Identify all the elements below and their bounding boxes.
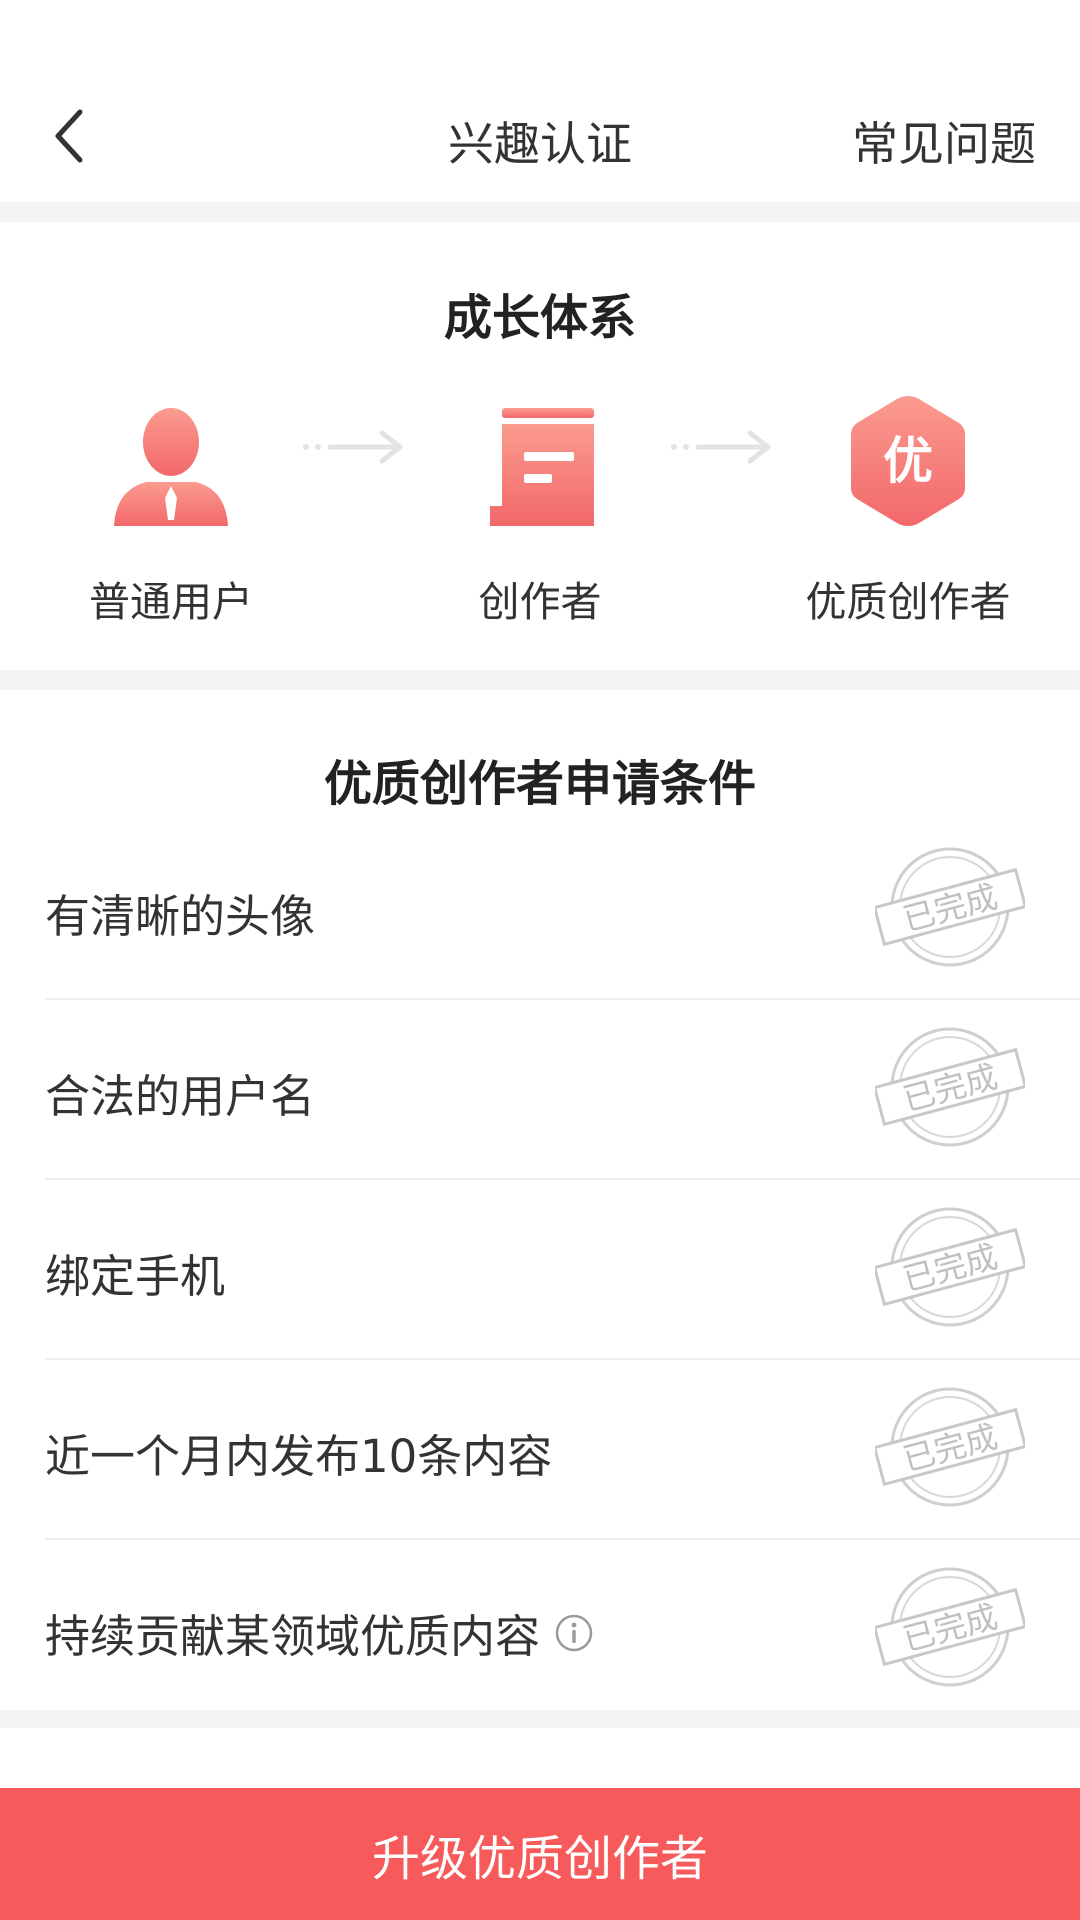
arrow-right-icon bbox=[303, 430, 403, 464]
conditions-card: 优质创作者申请条件 有清晰的头像 已完成 合法的用户名 已完成 绑定手机 已完成… bbox=[0, 690, 1080, 1710]
condition-row: 有清晰的头像 已完成 bbox=[45, 820, 1080, 1000]
condition-row: 近一个月内发布10条内容 已完成 bbox=[45, 1360, 1080, 1540]
completed-stamp-icon: 已完成 bbox=[875, 847, 1025, 967]
stage-label: 普通用户 bbox=[89, 578, 253, 626]
status-bar bbox=[0, 0, 1080, 66]
arrow-right-icon bbox=[671, 430, 771, 464]
growth-system-title: 成长体系 bbox=[443, 290, 636, 346]
completed-stamp-icon: 已完成 bbox=[875, 1027, 1025, 1147]
stage-creator: 创作者 bbox=[410, 392, 670, 628]
info-icon[interactable] bbox=[554, 1613, 594, 1653]
svg-text:优: 优 bbox=[883, 432, 933, 490]
condition-label: 合法的用户名 bbox=[45, 1070, 316, 1123]
stage-label: 创作者 bbox=[478, 578, 602, 626]
top-nav-bar: 兴趣认证 常见问题 bbox=[0, 66, 1080, 202]
completed-stamp-icon: 已完成 bbox=[875, 1387, 1025, 1507]
quality-badge-icon: 优 bbox=[851, 396, 965, 526]
condition-label: 持续贡献某领域优质内容 bbox=[45, 1610, 541, 1663]
user-icon bbox=[114, 408, 228, 526]
stage-normal-user: 普通用户 bbox=[41, 392, 301, 628]
growth-system-card: 成长体系 普通用户 创作者 优 优质创作者 bbox=[0, 222, 1080, 670]
faq-link[interactable]: 常见问题 bbox=[852, 108, 1036, 174]
condition-row: 绑定手机 已完成 bbox=[45, 1180, 1080, 1360]
condition-row: 持续贡献某领域优质内容 已完成 bbox=[45, 1540, 1080, 1720]
stage-quality-creator: 优 优质创作者 bbox=[778, 392, 1038, 628]
condition-label: 有清晰的头像 bbox=[45, 890, 316, 943]
document-icon bbox=[490, 408, 594, 526]
conditions-title: 优质创作者申请条件 bbox=[323, 756, 756, 812]
completed-stamp-icon: 已完成 bbox=[875, 1207, 1025, 1327]
condition-label-wrap: 持续贡献某领域优质内容 bbox=[45, 1600, 594, 1665]
completed-stamp-icon: 已完成 bbox=[875, 1567, 1025, 1687]
upgrade-quality-creator-button[interactable]: 升级优质创作者 bbox=[0, 1788, 1080, 1920]
condition-label: 近一个月内发布10条内容 bbox=[45, 1430, 553, 1483]
condition-row: 合法的用户名 已完成 bbox=[45, 1000, 1080, 1180]
condition-label: 绑定手机 bbox=[45, 1250, 226, 1303]
stage-label: 优质创作者 bbox=[805, 578, 1011, 626]
